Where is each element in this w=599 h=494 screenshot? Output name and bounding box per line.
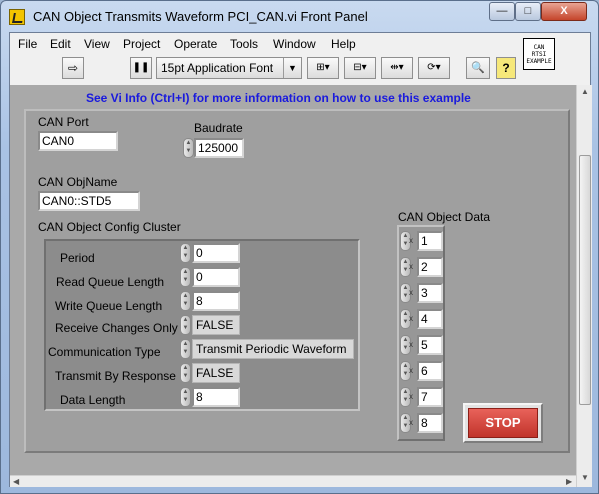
period-increment-decrement-icon[interactable]: ▲ ▼ bbox=[180, 243, 191, 263]
pause-button[interactable]: ❚❚ bbox=[130, 57, 152, 79]
align-icon: ⊞▾ bbox=[316, 62, 330, 73]
baudrate-field[interactable]: 125000 bbox=[194, 138, 244, 158]
menu-project[interactable]: Project bbox=[123, 37, 160, 51]
menu-help[interactable]: Help bbox=[331, 37, 356, 51]
can-port-label: CAN Port bbox=[38, 115, 89, 129]
toolbar: ⇨ ❚❚ 15pt Application Font ▼ ⊞▾ ⊟▾ ⇹▾ ⟳▾… bbox=[10, 55, 590, 83]
close-button[interactable]: X bbox=[541, 2, 587, 21]
stop-button-label: STOP bbox=[468, 408, 538, 438]
array-index-marker: x bbox=[409, 392, 413, 401]
menu-view[interactable]: View bbox=[84, 37, 110, 51]
comm-type-label: Communication Type bbox=[48, 345, 161, 359]
vertical-scroll-thumb[interactable] bbox=[579, 155, 591, 405]
write-queue-label: Write Queue Length bbox=[55, 299, 163, 313]
transmit-response-field[interactable]: FALSE bbox=[192, 363, 240, 383]
comm-type-ring-increment-decrement-icon[interactable]: ▲ ▼ bbox=[180, 339, 191, 359]
scroll-right-icon[interactable]: ▶ bbox=[566, 477, 572, 486]
search-button[interactable]: 🔍 bbox=[466, 57, 490, 79]
info-text: See Vi Info (Ctrl+I) for more informatio… bbox=[86, 91, 471, 105]
write-queue-increment-decrement-icon[interactable]: ▲ ▼ bbox=[180, 291, 191, 311]
labview-app-icon bbox=[9, 9, 25, 25]
objname-label: CAN ObjName bbox=[38, 175, 118, 189]
reorder-icon: ⟳▾ bbox=[427, 62, 441, 73]
receive-changes-field[interactable]: FALSE bbox=[192, 315, 240, 335]
vi-icon-line: CAN bbox=[533, 44, 545, 51]
distribute-icon: ⊟▾ bbox=[353, 62, 367, 73]
read-queue-increment-decrement-icon[interactable]: ▲ ▼ bbox=[180, 267, 191, 287]
scroll-up-icon[interactable]: ▲ bbox=[581, 87, 589, 96]
distribute-objects-button[interactable]: ⊟▾ bbox=[344, 57, 376, 79]
receive-changes-label: Receive Changes Only bbox=[55, 321, 178, 335]
chevron-down-icon: ▼ bbox=[283, 58, 301, 78]
array-index-marker: x bbox=[409, 236, 413, 245]
period-label: Period bbox=[60, 251, 95, 265]
reorder-button[interactable]: ⟳▾ bbox=[418, 57, 450, 79]
baudrate-label: Baudrate bbox=[194, 121, 243, 135]
panel-area: See Vi Info (Ctrl+I) for more informatio… bbox=[10, 85, 576, 475]
array-element-1[interactable]: 1 bbox=[417, 231, 443, 251]
array-element-4[interactable]: 4 bbox=[417, 309, 443, 329]
array-index-marker: x bbox=[409, 340, 413, 349]
receive-changes-increment-decrement-icon[interactable]: ▲ ▼ bbox=[180, 315, 191, 335]
menu-tools[interactable]: Tools bbox=[230, 37, 258, 51]
transmit-response-increment-decrement-icon[interactable]: ▲ ▼ bbox=[180, 363, 191, 383]
read-queue-label: Read Queue Length bbox=[56, 275, 165, 289]
menu-edit[interactable]: Edit bbox=[50, 37, 71, 51]
config-cluster: Period ▲ ▼ 0 Read Queue Length ▲ ▼ 0 Write… bbox=[44, 239, 360, 411]
write-queue-field[interactable]: 8 bbox=[192, 291, 240, 311]
menu-window[interactable]: Window bbox=[273, 37, 316, 51]
font-select[interactable]: 15pt Application Font ▼ bbox=[156, 57, 302, 79]
title-bar[interactable]: CAN Object Transmits Waveform PCI_CAN.vi… bbox=[1, 1, 598, 31]
array-index-marker: x bbox=[409, 288, 413, 297]
array-element-7[interactable]: 7 bbox=[417, 387, 443, 407]
vertical-scrollbar[interactable]: ▲ ▼ bbox=[576, 85, 592, 487]
context-help-button[interactable]: ? bbox=[496, 57, 516, 79]
objname-field[interactable]: CAN0::STD5 bbox=[38, 191, 140, 211]
window-title: CAN Object Transmits Waveform PCI_CAN.vi… bbox=[33, 9, 368, 24]
data-length-label: Data Length bbox=[60, 393, 126, 407]
array-element-5[interactable]: 5 bbox=[417, 335, 443, 355]
minimize-button[interactable]: — bbox=[489, 2, 515, 21]
scroll-left-icon[interactable]: ◀ bbox=[13, 477, 19, 486]
array-index-marker: x bbox=[409, 418, 413, 427]
comm-type-ring[interactable]: Transmit Periodic Waveform bbox=[192, 339, 354, 359]
window: CAN Object Transmits Waveform PCI_CAN.vi… bbox=[0, 0, 599, 494]
cluster-label: CAN Object Config Cluster bbox=[38, 220, 181, 234]
array-element-8[interactable]: 8 bbox=[417, 413, 443, 433]
horizontal-scrollbar[interactable]: ◀ ▶ bbox=[10, 475, 576, 487]
front-panel-decoration: CAN Port CAN0 Baudrate ▲ ▼ 125000 CAN Obj… bbox=[24, 109, 570, 453]
can-port-field[interactable]: CAN0 bbox=[38, 131, 118, 151]
run-button[interactable]: ⇨ bbox=[62, 57, 84, 79]
read-queue-field[interactable]: 0 bbox=[192, 267, 240, 287]
resize-icon: ⇹▾ bbox=[390, 62, 404, 73]
menu-operate[interactable]: Operate bbox=[174, 37, 217, 51]
search-icon: 🔍 bbox=[471, 62, 485, 74]
array-element-6[interactable]: 6 bbox=[417, 361, 443, 381]
data-length-field[interactable]: 8 bbox=[192, 387, 240, 407]
baudrate-increment-decrement-icon[interactable]: ▲ ▼ bbox=[183, 138, 194, 158]
menu-bar: File Edit View Project Operate Tools Win… bbox=[10, 33, 590, 55]
resize-objects-button[interactable]: ⇹▾ bbox=[381, 57, 413, 79]
scroll-down-icon[interactable]: ▼ bbox=[581, 473, 589, 482]
object-data-array: ▲ ▼ x 1 ▲ ▼ x 2 ▲ ▼ x 3 ▲ ▼ x 4 ▲ ▼ x 5 ▲ ▼ bbox=[397, 225, 445, 441]
menu-file[interactable]: File bbox=[18, 37, 37, 51]
align-objects-button[interactable]: ⊞▾ bbox=[307, 57, 339, 79]
stop-button[interactable]: STOP bbox=[463, 403, 543, 443]
array-index-marker: x bbox=[409, 262, 413, 271]
front-panel-client: File Edit View Project Operate Tools Win… bbox=[9, 32, 592, 487]
maximize-button[interactable]: □ bbox=[515, 2, 541, 21]
data-length-increment-decrement-icon[interactable]: ▲ ▼ bbox=[180, 387, 191, 407]
period-field[interactable]: 0 bbox=[192, 243, 240, 263]
array-element-3[interactable]: 3 bbox=[417, 283, 443, 303]
object-data-label: CAN Object Data bbox=[398, 210, 491, 224]
array-index-marker: x bbox=[409, 366, 413, 375]
array-element-2[interactable]: 2 bbox=[417, 257, 443, 277]
transmit-response-label: Transmit By Response bbox=[55, 369, 176, 383]
font-select-value: 15pt Application Font bbox=[161, 61, 274, 75]
array-index-marker: x bbox=[409, 314, 413, 323]
